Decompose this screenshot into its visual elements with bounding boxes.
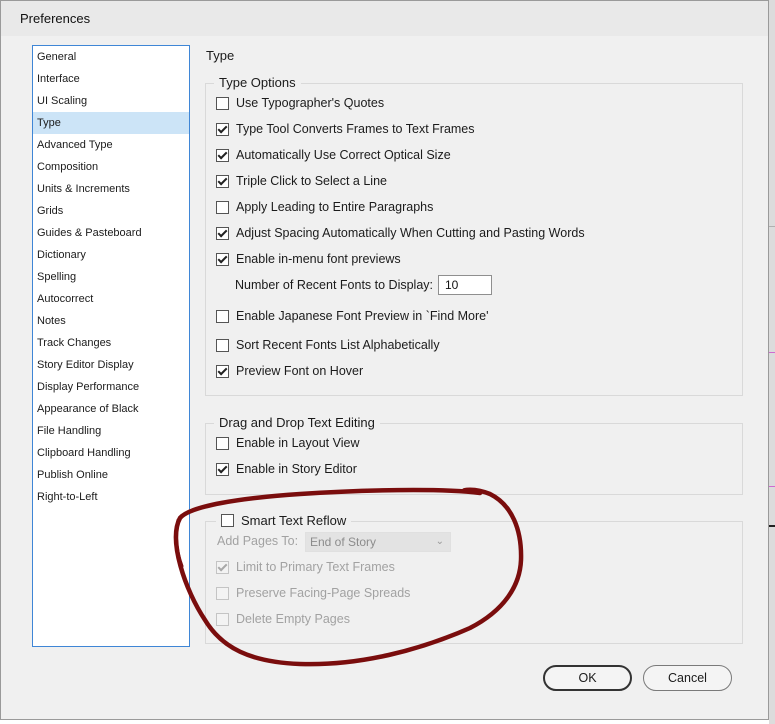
background-guide-line (769, 525, 775, 527)
title-bar[interactable]: Preferences (1, 1, 768, 36)
sidebar-item-interface[interactable]: Interface (33, 68, 189, 90)
option-label: Enable in Story Editor (236, 462, 357, 476)
sidebar-item-type[interactable]: Type (33, 112, 189, 134)
sidebar-item-advanced-type[interactable]: Advanced Type (33, 134, 189, 156)
layout-view-option[interactable]: Enable in Layout View (216, 434, 359, 452)
checkbox[interactable] (216, 586, 229, 600)
sidebar-item-display-performance[interactable]: Display Performance (33, 376, 189, 398)
add-pages-value: End of Story (310, 535, 377, 549)
checkbox[interactable] (216, 560, 229, 574)
option-label: Automatically Use Correct Optical Size (236, 148, 451, 162)
background-guide-line (769, 486, 775, 487)
japanese-preview-option[interactable]: Enable Japanese Font Preview in `Find Mo… (216, 307, 489, 325)
drag-drop-legend: Drag and Drop Text Editing (214, 415, 380, 431)
option-label: Delete Empty Pages (236, 612, 350, 626)
checkbox[interactable] (216, 309, 229, 323)
option-label: Preserve Facing-Page Spreads (236, 586, 411, 600)
option-label: Limit to Primary Text Frames (236, 560, 395, 574)
option-label: Enable in-menu font previews (236, 252, 401, 266)
checkbox[interactable] (216, 338, 229, 352)
section-title: Type (206, 48, 235, 63)
in-menu-previews-option[interactable]: Enable in-menu font previews (216, 250, 401, 268)
sidebar-item-appearance-of-black[interactable]: Appearance of Black (33, 398, 189, 420)
checkbox[interactable] (216, 462, 229, 476)
sidebar-item-story-editor-display[interactable]: Story Editor Display (33, 354, 189, 376)
sidebar-item-spelling[interactable]: Spelling (33, 266, 189, 288)
checkbox[interactable] (216, 200, 229, 214)
sidebar-item-units-increments[interactable]: Units & Increments (33, 178, 189, 200)
checkbox[interactable] (221, 513, 234, 527)
sidebar-item-file-handling[interactable]: File Handling (33, 420, 189, 442)
chevron-down-icon: ⌄ (435, 536, 444, 547)
adjust-spacing-option[interactable]: Adjust Spacing Automatically When Cuttin… (216, 224, 585, 242)
use-typographers-quotes-option[interactable]: Use Typographer's Quotes (216, 94, 384, 112)
sidebar-item-dictionary[interactable]: Dictionary (33, 244, 189, 266)
option-label: Adjust Spacing Automatically When Cuttin… (236, 226, 585, 240)
background-guide-line (769, 352, 775, 353)
limit-primary-option[interactable]: Limit to Primary Text Frames (216, 558, 395, 576)
checkbox[interactable] (216, 226, 229, 240)
sidebar-item-right-to-left[interactable]: Right-to-Left (33, 486, 189, 508)
type-options-legend: Type Options (214, 75, 301, 91)
option-label: Apply Leading to Entire Paragraphs (236, 200, 434, 214)
checkbox[interactable] (216, 122, 229, 136)
sidebar-item-autocorrect[interactable]: Autocorrect (33, 288, 189, 310)
checkbox[interactable] (216, 436, 229, 450)
preferences-category-list[interactable]: General Interface UI Scaling Type Advanced T… (32, 45, 190, 647)
ok-button[interactable]: OK (543, 665, 632, 691)
add-pages-label: Add Pages To: (217, 534, 299, 548)
delete-empty-option[interactable]: Delete Empty Pages (216, 610, 350, 628)
optical-size-option[interactable]: Automatically Use Correct Optical Size (216, 146, 451, 164)
recent-fonts-count-input[interactable] (438, 275, 492, 295)
sidebar-item-general[interactable]: General (33, 46, 189, 68)
background-app-edge (769, 0, 775, 724)
add-pages-dropdown[interactable]: End of Story ⌄ (305, 532, 451, 552)
sidebar-item-notes[interactable]: Notes (33, 310, 189, 332)
type-tool-converts-option[interactable]: Type Tool Converts Frames to Text Frames (216, 120, 475, 138)
sidebar-item-grids[interactable]: Grids (33, 200, 189, 222)
background-guide-line (769, 226, 775, 227)
sidebar-item-publish-online[interactable]: Publish Online (33, 464, 189, 486)
story-editor-option[interactable]: Enable in Story Editor (216, 460, 357, 478)
triple-click-option[interactable]: Triple Click to Select a Line (216, 172, 387, 190)
sidebar-item-track-changes[interactable]: Track Changes (33, 332, 189, 354)
checkbox[interactable] (216, 364, 229, 378)
option-label: Smart Text Reflow (241, 512, 347, 528)
apply-leading-option[interactable]: Apply Leading to Entire Paragraphs (216, 198, 433, 216)
preview-hover-option[interactable]: Preview Font on Hover (216, 362, 363, 380)
option-label: Type Tool Converts Frames to Text Frames (236, 122, 475, 136)
option-label: Triple Click to Select a Line (236, 174, 387, 188)
window-title: Preferences (20, 11, 91, 26)
option-label: Enable Japanese Font Preview in `Find Mo… (236, 309, 489, 323)
option-label: Enable in Layout View (236, 436, 360, 450)
option-label: Use Typographer's Quotes (236, 96, 385, 110)
preserve-spreads-option[interactable]: Preserve Facing-Page Spreads (216, 584, 410, 602)
sort-recent-option[interactable]: Sort Recent Fonts List Alphabetically (216, 336, 440, 354)
checkbox[interactable] (216, 174, 229, 188)
option-label: Sort Recent Fonts List Alphabetically (236, 338, 440, 352)
checkbox[interactable] (216, 612, 229, 626)
preferences-dialog: Preferences General Interface UI Scaling Ty… (0, 0, 769, 720)
option-label: Preview Font on Hover (236, 364, 364, 378)
recent-fonts-label: Number of Recent Fonts to Display: (235, 278, 433, 292)
checkbox[interactable] (216, 252, 229, 266)
smart-text-reflow-option[interactable]: Smart Text Reflow (216, 511, 352, 529)
checkbox[interactable] (216, 96, 229, 110)
sidebar-item-composition[interactable]: Composition (33, 156, 189, 178)
cancel-button[interactable]: Cancel (643, 665, 732, 691)
sidebar-item-ui-scaling[interactable]: UI Scaling (33, 90, 189, 112)
sidebar-item-guides-pasteboard[interactable]: Guides & Pasteboard (33, 222, 189, 244)
checkbox[interactable] (216, 148, 229, 162)
sidebar-item-clipboard-handling[interactable]: Clipboard Handling (33, 442, 189, 464)
